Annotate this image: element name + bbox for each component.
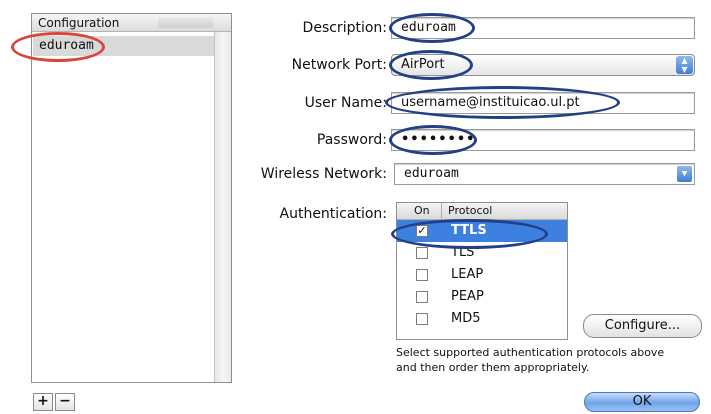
protocol-checkbox[interactable] bbox=[416, 313, 428, 325]
hint-line-1: Select supported authentication protocol… bbox=[396, 346, 665, 359]
configuration-column-header[interactable]: Configuration bbox=[32, 14, 231, 32]
add-configuration-button[interactable]: + bbox=[33, 393, 53, 411]
table-row[interactable]: PEAP bbox=[397, 286, 567, 308]
description-field[interactable]: eduroam bbox=[391, 17, 695, 39]
protocol-checkbox[interactable]: ✓ bbox=[416, 225, 428, 237]
wireless-network-combo[interactable]: eduroam ▼ bbox=[394, 163, 695, 185]
network-port-popup[interactable]: AirPort ▲ ▼ bbox=[391, 54, 695, 76]
table-row[interactable]: ✓ TTLS bbox=[397, 220, 567, 242]
ok-button[interactable]: OK bbox=[584, 392, 700, 412]
protocol-checkbox[interactable] bbox=[416, 269, 428, 281]
protocol-name: PEAP bbox=[451, 289, 484, 304]
add-remove-controls: + − bbox=[33, 393, 77, 411]
table-row[interactable]: LEAP bbox=[397, 264, 567, 286]
protocol-name: TTLS bbox=[451, 223, 487, 238]
authentication-label: Authentication: bbox=[279, 206, 388, 222]
protocol-name: LEAP bbox=[451, 267, 484, 282]
user-name-label: User Name: bbox=[304, 95, 387, 111]
list-item-label: eduroam bbox=[39, 38, 94, 53]
configuration-header-label: Configuration bbox=[38, 16, 120, 30]
table-row[interactable]: MD5 bbox=[397, 308, 567, 330]
column-header-on[interactable]: On bbox=[414, 203, 430, 219]
list-item[interactable]: eduroam bbox=[33, 36, 214, 56]
configure-button[interactable]: Configure... bbox=[583, 314, 702, 338]
user-name-field[interactable]: username@instituicao.ul.pt bbox=[391, 92, 695, 114]
header-filler bbox=[158, 17, 213, 28]
protocol-name: MD5 bbox=[451, 311, 481, 326]
authentication-protocol-table[interactable]: On Protocol ✓ TTLS TLS LEAP PEAP MD5 bbox=[396, 202, 568, 340]
password-field[interactable]: •••••••• bbox=[391, 129, 695, 151]
authentication-hint: Select supported authentication protocol… bbox=[396, 345, 706, 375]
protocol-name: TLS bbox=[451, 245, 475, 260]
protocol-checkbox[interactable] bbox=[416, 247, 428, 259]
auth-table-header: On Protocol bbox=[397, 203, 567, 220]
wireless-network-value: eduroam bbox=[404, 166, 459, 181]
configuration-list[interactable]: Configuration eduroam bbox=[31, 13, 232, 383]
wireless-network-label: Wireless Network: bbox=[260, 166, 387, 182]
up-down-arrows-icon: ▲ ▼ bbox=[676, 56, 693, 74]
user-name-value: username@instituicao.ul.pt bbox=[401, 95, 580, 110]
password-label: Password: bbox=[316, 132, 387, 148]
hint-line-2: and then order them appropriately. bbox=[396, 361, 590, 374]
password-value: •••••••• bbox=[401, 132, 476, 147]
network-port-label: Network Port: bbox=[291, 57, 387, 73]
network-port-value: AirPort bbox=[401, 57, 445, 72]
column-header-protocol[interactable]: Protocol bbox=[441, 203, 492, 219]
description-label: Description: bbox=[302, 20, 387, 36]
table-row[interactable]: TLS bbox=[397, 242, 567, 264]
chevron-down-icon[interactable]: ▼ bbox=[677, 166, 692, 182]
protocol-checkbox[interactable] bbox=[416, 291, 428, 303]
remove-configuration-button[interactable]: − bbox=[55, 393, 75, 411]
description-value: eduroam bbox=[401, 20, 456, 35]
